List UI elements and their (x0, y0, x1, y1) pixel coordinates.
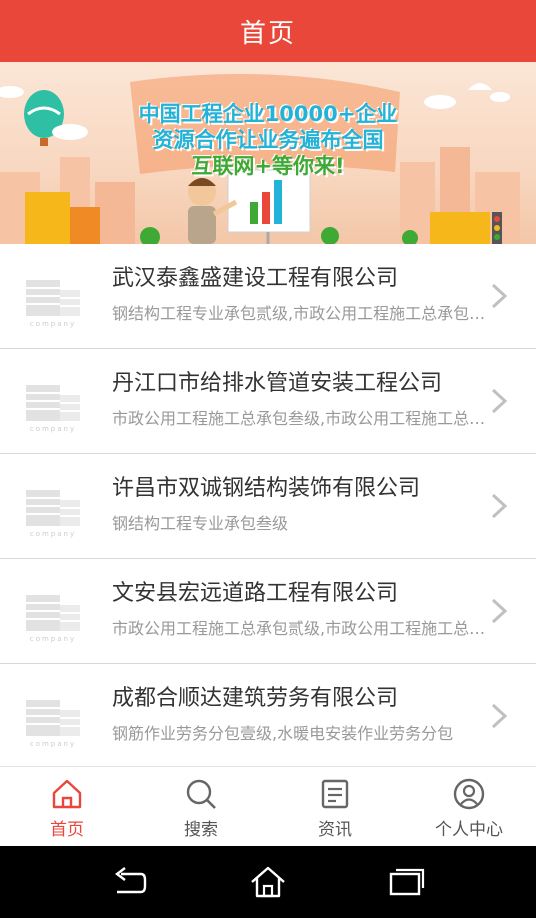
company-name: 成都合顺达建筑劳务有限公司 (112, 686, 399, 711)
logo-text: company (30, 320, 76, 328)
company-name: 文安县宏远道路工程有限公司 (112, 581, 399, 606)
logo-text: company (30, 635, 76, 643)
system-navigation-bar (0, 846, 536, 918)
banner-tagline: 互联网+等你来! (191, 154, 345, 178)
bottom-tab-bar: 首页 搜索 资讯 个人中心 (0, 766, 536, 846)
news-icon (321, 779, 349, 809)
company-logo-icon: company (26, 280, 80, 328)
company-logo-icon: company (26, 700, 80, 748)
logo-text: company (30, 740, 76, 748)
back-icon[interactable] (109, 864, 149, 900)
recent-apps-icon[interactable] (387, 864, 427, 900)
company-name: 许昌市双诚钢结构装饰有限公司 (112, 476, 421, 501)
user-icon (453, 778, 485, 810)
company-logo-icon: company (26, 385, 80, 433)
list-item[interactable]: company 许昌市双诚钢结构装饰有限公司 钢结构工程专业承包叁级 (0, 454, 536, 559)
tab-label: 资讯 (318, 820, 352, 840)
page-title: 首页 (239, 18, 296, 49)
home-icon (52, 779, 82, 809)
company-logo-icon: company (26, 490, 80, 538)
tab-label: 首页 (50, 820, 84, 840)
list-item[interactable]: company 武汉泰鑫盛建设工程有限公司 钢结构工程专业承包贰级,市政公用工程… (0, 244, 536, 349)
search-icon (186, 779, 216, 809)
chevron-right-icon (491, 493, 508, 519)
company-list: company 武汉泰鑫盛建设工程有限公司 钢结构工程专业承包贰级,市政公用工程… (0, 244, 536, 769)
company-name: 丹江口市给排水管道安装工程公司 (112, 371, 443, 396)
home-button-icon[interactable] (248, 864, 288, 900)
chevron-right-icon (491, 703, 508, 729)
chevron-right-icon (491, 598, 508, 624)
tab-profile[interactable]: 个人中心 (402, 767, 536, 846)
company-qualification: 钢结构工程专业承包叁级 (112, 514, 289, 533)
tab-label: 个人中心 (435, 820, 503, 840)
tab-label: 搜索 (184, 820, 218, 840)
chevron-right-icon (491, 283, 508, 309)
chevron-right-icon (491, 388, 508, 414)
company-name: 武汉泰鑫盛建设工程有限公司 (112, 266, 399, 291)
company-qualification: 市政公用工程施工总承包叁级,市政公用工程施工总承包 (112, 409, 488, 428)
tab-home[interactable]: 首页 (0, 767, 134, 846)
app-header: 首页 (0, 0, 536, 62)
logo-text: company (30, 425, 76, 433)
company-qualification: 钢结构工程专业承包贰级,市政公用工程施工总承包叁级 (112, 304, 488, 323)
logo-text: company (30, 530, 76, 538)
tab-search[interactable]: 搜索 (134, 767, 268, 846)
list-item[interactable]: company 丹江口市给排水管道安装工程公司 市政公用工程施工总承包叁级,市政… (0, 349, 536, 454)
list-item[interactable]: company 文安县宏远道路工程有限公司 市政公用工程施工总承包贰级,市政公用… (0, 559, 536, 664)
list-item[interactable]: company 成都合顺达建筑劳务有限公司 钢筋作业劳务分包壹级,水暖电安装作业… (0, 664, 536, 769)
tab-news[interactable]: 资讯 (268, 767, 402, 846)
company-logo-icon: company (26, 595, 80, 643)
company-qualification: 市政公用工程施工总承包贰级,市政公用工程施工总承包 (112, 619, 488, 638)
promo-banner[interactable]: 中国工程企业10000+企业 资源合作让业务遍布全国 互联网+等你来! (0, 62, 536, 244)
company-qualification: 钢筋作业劳务分包壹级,水暖电安装作业劳务分包 (112, 724, 454, 743)
